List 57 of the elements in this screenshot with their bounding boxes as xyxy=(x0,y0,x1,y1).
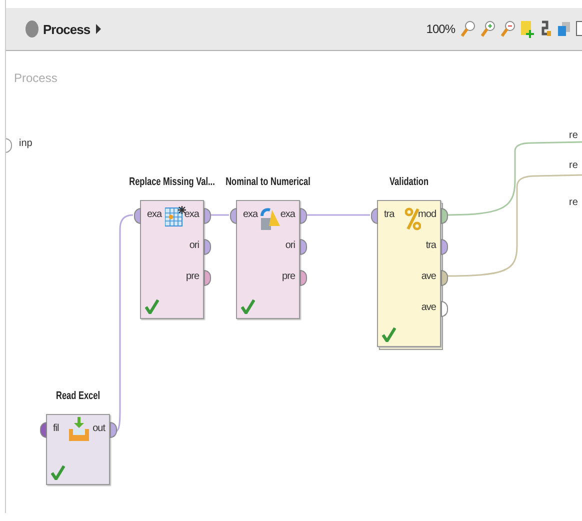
operator-box[interactable]: exa exa ori pre xyxy=(236,200,300,319)
caret-icon[interactable] xyxy=(96,24,102,34)
operator-title: Replace Missing Val... xyxy=(129,176,215,188)
operator-box[interactable]: fil out xyxy=(46,414,110,485)
output-port[interactable] xyxy=(204,208,211,224)
port-label: tra xyxy=(384,209,394,220)
output-port[interactable] xyxy=(300,239,307,255)
breadcrumb-link[interactable]: Process xyxy=(43,22,90,36)
port-label: exa xyxy=(147,209,162,220)
output-port[interactable] xyxy=(300,270,307,286)
zoom-out-icon[interactable] xyxy=(501,20,515,38)
port-label: ori xyxy=(285,240,295,251)
operator-title: Read Excel xyxy=(56,390,100,402)
port-label: fil xyxy=(53,423,59,434)
port-label: re xyxy=(569,160,578,171)
output-port[interactable] xyxy=(441,301,448,317)
layers-icon[interactable] xyxy=(558,21,570,37)
import-tray-icon xyxy=(69,417,89,441)
port-label: re xyxy=(569,197,578,208)
zoom-level: 100% xyxy=(426,22,455,36)
port-label: ori xyxy=(189,240,199,251)
input-port[interactable] xyxy=(134,208,141,224)
operator-box[interactable]: exa exa ori pre xyxy=(140,200,204,319)
port-label: inp xyxy=(19,138,32,149)
input-port[interactable] xyxy=(40,422,47,438)
input-port[interactable] xyxy=(230,208,237,224)
operator-box[interactable]: tra mod tra ave ave xyxy=(377,200,441,347)
output-port[interactable] xyxy=(441,270,448,286)
operator-title: Nominal to Numerical xyxy=(226,176,310,188)
add-note-icon[interactable] xyxy=(521,20,534,38)
port-label: pre xyxy=(186,271,199,282)
plug-icon[interactable] xyxy=(540,20,552,38)
convert-shapes-icon xyxy=(259,206,281,232)
port-label: ave xyxy=(421,271,436,282)
output-port[interactable] xyxy=(204,239,211,255)
process-icon[interactable] xyxy=(25,20,39,38)
fit-window-icon[interactable] xyxy=(576,20,582,38)
port-label: pre xyxy=(282,271,295,282)
output-port[interactable] xyxy=(204,270,211,286)
port-label: mod xyxy=(418,209,436,220)
port-label: exa xyxy=(243,209,258,220)
input-port[interactable] xyxy=(371,208,378,224)
output-port[interactable] xyxy=(441,239,448,255)
zoom-in-icon[interactable] xyxy=(481,20,495,38)
output-port[interactable] xyxy=(441,208,448,224)
operator-title: Validation xyxy=(390,176,428,188)
port-label: exa xyxy=(280,209,295,220)
input-port[interactable] xyxy=(6,138,12,153)
output-port[interactable] xyxy=(110,422,117,438)
output-port[interactable] xyxy=(300,208,307,224)
port-label: ave xyxy=(421,302,436,313)
port-label: re xyxy=(569,130,578,141)
port-label: tra xyxy=(426,240,436,251)
port-label: exa xyxy=(184,209,199,220)
canvas-title: Process xyxy=(14,71,58,85)
port-label: out xyxy=(92,423,105,434)
zoom-fit-icon[interactable] xyxy=(461,20,475,38)
